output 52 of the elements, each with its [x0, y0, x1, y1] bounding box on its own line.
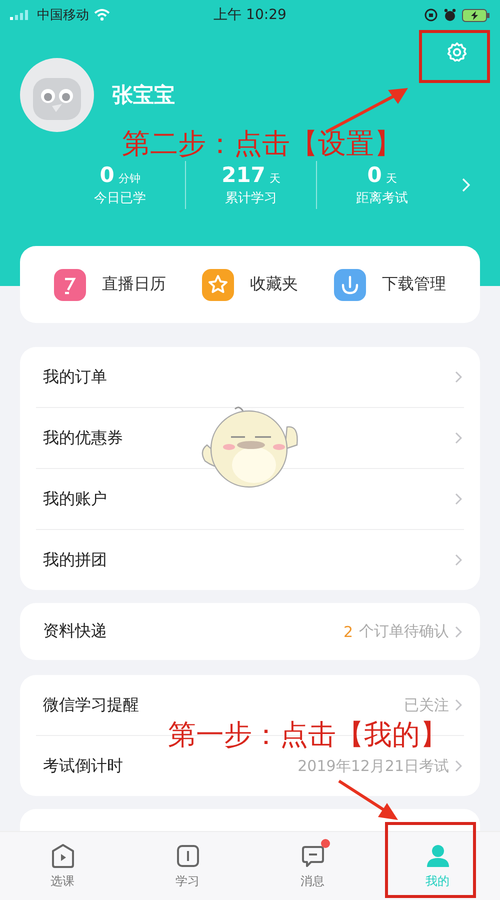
annotation-arrow [336, 778, 400, 822]
stat-label: 今日已学 [94, 190, 146, 207]
chevron-right-icon[interactable] [455, 493, 462, 505]
pending-count: 2 [343, 622, 353, 640]
tab-item[interactable]: 消息 [250, 832, 375, 900]
carrier-name: 中国移动 [37, 7, 89, 24]
menu-label: 资料快递 [43, 621, 107, 642]
menu-detail: 个订单待确认 [359, 622, 449, 641]
wifi-icon [94, 9, 110, 21]
battery-charging-icon [462, 8, 490, 22]
annotation-text: 第二步：点击【设置】 [122, 126, 402, 162]
play-icon [50, 842, 76, 868]
chevron-right-icon[interactable] [455, 760, 462, 772]
settings-icon [446, 41, 468, 63]
menu-label: 我的优惠券 [43, 428, 123, 448]
stat-value: 217 [222, 163, 266, 187]
person-icon [424, 842, 450, 868]
stat-unit: 天 [386, 171, 397, 186]
stat-unit: 天 [269, 171, 280, 186]
user-name: 张宝宝 [112, 82, 175, 109]
stat-label: 累计学习 [225, 190, 277, 207]
calendar-icon [52, 266, 88, 302]
menu-label: 微信学习提醒 [43, 694, 139, 716]
settings-button[interactable] [446, 41, 468, 63]
chevron-right-icon[interactable] [455, 626, 462, 638]
chevron-right-icon[interactable] [455, 371, 462, 383]
menu-label: 我的账户 [43, 488, 107, 510]
rotation-lock-icon [424, 8, 438, 22]
stat-label: 距离考试 [356, 190, 408, 207]
download-icon [332, 266, 368, 302]
shortcut-item[interactable]: 直播日历 [52, 266, 166, 302]
book-icon [174, 842, 200, 868]
menu-label: 考试倒计时 [43, 756, 123, 776]
stat-value: 0 [367, 163, 382, 187]
shortcut-item[interactable]: 下载管理 [332, 266, 446, 302]
annotation-text: 第一步：点击【我的】 [168, 717, 448, 753]
chevron-right-icon[interactable] [455, 699, 462, 711]
menu-label: 我的订单 [43, 366, 107, 388]
avatar-icon [20, 58, 94, 132]
chevron-right-icon[interactable] [455, 432, 462, 444]
stat-unit: 分钟 [118, 171, 140, 186]
tab-item[interactable]: 选课 [0, 832, 125, 900]
stat-value: 0 [100, 163, 114, 187]
highlight-frame [419, 30, 490, 83]
menu-detail: 2019年12月21日考试 [298, 756, 449, 776]
tab-item[interactable]: 学习 [125, 832, 250, 900]
menu-detail: 已关注 [404, 696, 449, 714]
alarm-icon [442, 8, 457, 22]
chevron-right-icon[interactable] [455, 554, 462, 566]
clock-time: 上午 10:29 [214, 6, 286, 24]
shortcut-item[interactable]: 收藏夹 [200, 266, 298, 302]
menu-label: 我的拼团 [43, 550, 107, 570]
